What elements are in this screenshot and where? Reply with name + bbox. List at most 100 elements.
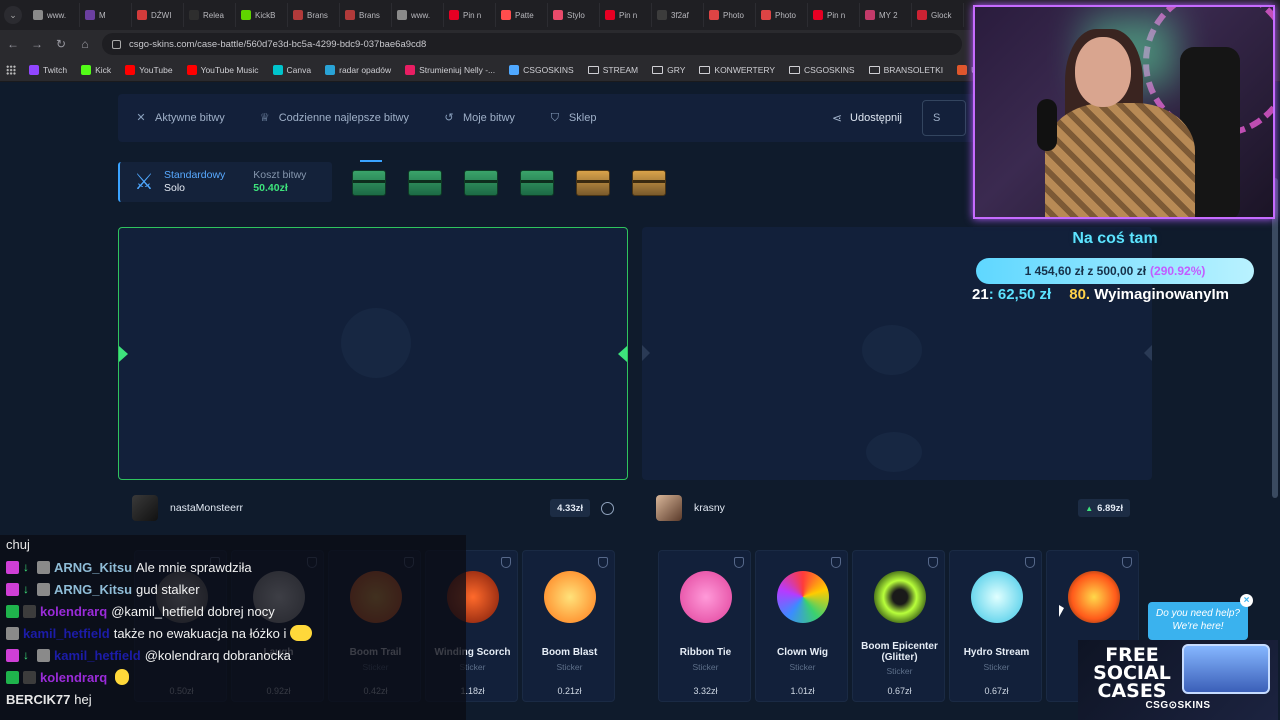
- browser-tab[interactable]: Brans: [288, 3, 340, 27]
- emoji-icon[interactable]: [601, 501, 614, 515]
- bookmark-item[interactable]: GRY: [645, 65, 692, 75]
- browser-tab[interactable]: Pin n: [808, 3, 860, 27]
- tab-label: www.: [411, 10, 431, 20]
- bookmark-item[interactable]: Canva: [266, 64, 319, 75]
- browser-tab[interactable]: DŹWI: [132, 3, 184, 27]
- bookmark-item[interactable]: YouTube Music: [180, 64, 266, 75]
- ticker-rank: 21: [972, 286, 989, 303]
- case-slot[interactable]: [406, 158, 443, 206]
- chat-username: ARNG_Kitsu: [54, 559, 133, 575]
- shield-icon[interactable]: [1025, 557, 1035, 568]
- chest-icon: [408, 170, 442, 196]
- microphone-icon: [1037, 99, 1057, 151]
- browser-tab[interactable]: Glock: [912, 3, 964, 27]
- browser-tab[interactable]: Pin n: [444, 3, 496, 27]
- case-slot[interactable]: [518, 158, 555, 206]
- shield-icon[interactable]: [1122, 557, 1132, 568]
- chat-text: także no ewakuacja na łóżko i: [113, 625, 287, 641]
- mouse-cursor-icon: [1059, 605, 1064, 617]
- pointer-left-icon: [119, 346, 128, 362]
- home-icon[interactable]: ⌂: [74, 33, 96, 55]
- avatar[interactable]: [656, 495, 682, 521]
- reload-icon[interactable]: ↻: [50, 33, 72, 55]
- browser-tab[interactable]: Pin n: [600, 3, 652, 27]
- item-card[interactable]: Boom Blast Sticker 0.21zł: [522, 550, 615, 702]
- player-bar: krasny ▲ 6.89zł: [642, 491, 1152, 525]
- chat-text: @kolendrarq dobranocka: [144, 647, 291, 663]
- shield-icon[interactable]: [734, 557, 744, 568]
- promo-banner[interactable]: FREE SOCIAL CASES CSG⊙SKINS: [1078, 640, 1278, 720]
- chat-text: hej: [74, 691, 92, 707]
- arrow-up-icon: ▲: [1085, 503, 1094, 513]
- nav-label: Moje bitwy: [462, 112, 515, 124]
- bookmark-item[interactable]: STREAM: [581, 65, 645, 75]
- item-price: 0.67zł: [887, 686, 912, 696]
- tab-search-button[interactable]: ⌄: [4, 6, 22, 24]
- nav-label: Aktywne bitwy: [155, 112, 225, 124]
- bookmark-favicon-icon: [405, 64, 416, 75]
- battle-nav: ✕ Aktywne bitwy ♕ Codzienne najlepsze bi…: [118, 94, 978, 142]
- forward-icon[interactable]: →: [26, 33, 48, 55]
- bookmark-item[interactable]: radar opadów: [318, 64, 398, 75]
- browser-tab[interactable]: Brans: [340, 3, 392, 27]
- bookmark-item[interactable]: YouTube: [118, 64, 179, 75]
- browser-tab[interactable]: M: [80, 3, 132, 27]
- bookmark-item[interactable]: Kick: [74, 64, 118, 75]
- help-bubble[interactable]: Do you need help? We're here!: [1148, 602, 1248, 640]
- browser-tab[interactable]: Patte: [496, 3, 548, 27]
- item-card[interactable]: Hydro Stream Sticker 0.67zł: [949, 550, 1042, 702]
- browser-tab[interactable]: KickB: [236, 3, 288, 27]
- item-card[interactable]: Clown Wig Sticker 1.01zł: [755, 550, 848, 702]
- share-area: ⋖ Udostępnij S: [832, 94, 966, 142]
- bookmark-item[interactable]: BRANSOLETKI: [862, 65, 951, 75]
- bookmark-item[interactable]: Twitch: [22, 64, 74, 75]
- page-scrollbar[interactable]: [1272, 178, 1278, 498]
- item-type: Sticker: [556, 662, 583, 672]
- case-slot[interactable]: [350, 158, 387, 206]
- bookmark-item[interactable]: CSGOSKINS: [782, 65, 862, 75]
- case-slot[interactable]: [574, 158, 611, 206]
- tab-label: MY 2: [879, 10, 898, 20]
- browser-tab[interactable]: 3f2af: [652, 3, 704, 27]
- player-value: ▲ 6.89zł: [1078, 499, 1130, 517]
- player-name[interactable]: nastaMonsteerr: [170, 502, 243, 514]
- browser-tab[interactable]: MY 2: [860, 3, 912, 27]
- nav-active-battles[interactable]: ✕ Aktywne bitwy: [118, 94, 242, 142]
- item-card[interactable]: Boom Epicenter (Glitter) Sticker 0.67zł: [852, 550, 945, 702]
- item-card[interactable]: Ribbon Tie Sticker 3.32zł: [658, 550, 751, 702]
- case-slot[interactable]: [630, 158, 667, 206]
- shield-icon[interactable]: [928, 557, 938, 568]
- bookmark-item[interactable]: KONWERTERY: [692, 65, 782, 75]
- browser-tab[interactable]: Photo: [756, 3, 808, 27]
- nav-shop[interactable]: ⛉ Sklep: [532, 94, 614, 142]
- apps-icon[interactable]: [6, 64, 16, 75]
- browser-tab[interactable]: Stylo: [548, 3, 600, 27]
- shield-icon[interactable]: [598, 557, 608, 568]
- case-slot[interactable]: [462, 158, 499, 206]
- battle-mode-card: ⚔ Standardowy Solo Koszt bitwy 50.40zł: [118, 162, 332, 202]
- sticker-image: [544, 571, 596, 623]
- tab-label: Patte: [515, 10, 534, 20]
- back-icon[interactable]: ←: [2, 33, 24, 55]
- browser-tab[interactable]: www.: [28, 3, 80, 27]
- shield-icon[interactable]: [501, 557, 511, 568]
- player-value-text: 4.33zł: [557, 502, 583, 514]
- nav-daily-best[interactable]: ♕ Codzienne najlepsze bitwy: [242, 94, 426, 142]
- webcam-feed: [973, 5, 1275, 219]
- browser-tab[interactable]: Relea: [184, 3, 236, 27]
- browser-tab[interactable]: www.: [392, 3, 444, 27]
- browser-tab[interactable]: Photo: [704, 3, 756, 27]
- chat-message: kamil_hetfield także no ewakuacja na łóżk…: [6, 623, 313, 643]
- shield-icon[interactable]: [831, 557, 841, 568]
- close-icon[interactable]: ×: [1240, 594, 1253, 607]
- bookmark-item[interactable]: Strumieniuj Nelly -...: [398, 64, 502, 75]
- url-field[interactable]: csgo-skins.com/case-battle/560d7e3d-bc5a…: [102, 33, 962, 55]
- chat-text: gud stalker: [136, 581, 200, 597]
- bookmark-item[interactable]: CSGOSKINS: [502, 64, 581, 75]
- player-name[interactable]: krasny: [694, 502, 725, 514]
- avatar[interactable]: [132, 495, 158, 521]
- partial-button[interactable]: S: [922, 100, 966, 136]
- nav-my-battles[interactable]: ↺ Moje bitwy: [426, 94, 532, 142]
- site-info-icon[interactable]: [112, 39, 121, 49]
- share-button[interactable]: Udostępnij: [850, 112, 902, 124]
